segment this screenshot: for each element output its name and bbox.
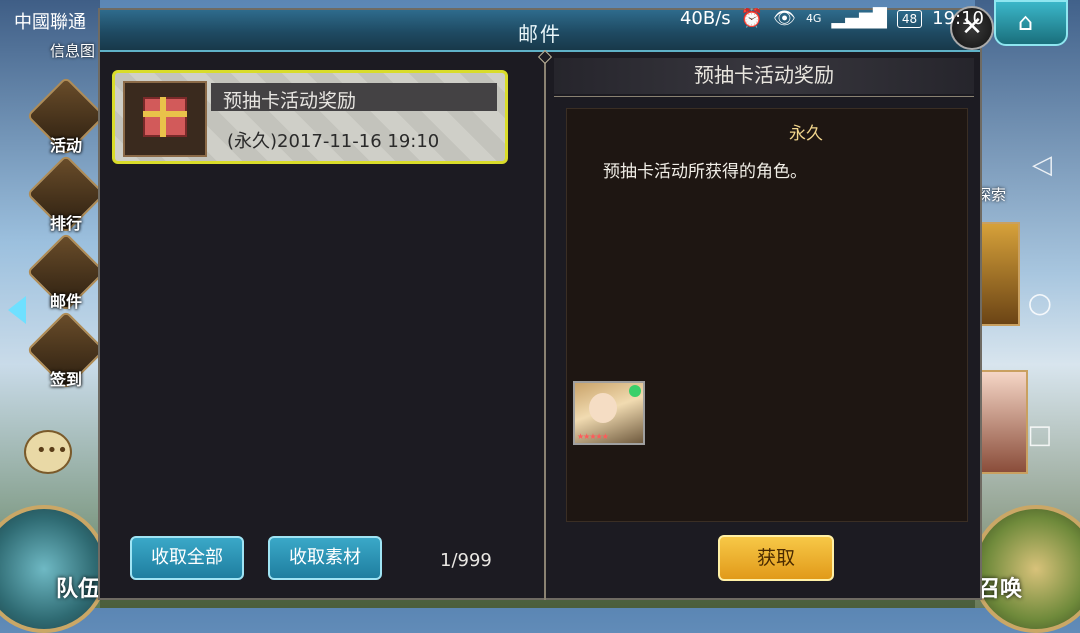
character-portrait-icon[interactable]: ★★★★★ — [573, 381, 645, 445]
summon-label: 召唤 — [978, 577, 1023, 602]
collect-materials-button[interactable]: 收取素材 — [268, 536, 382, 580]
mail-title: 预抽卡活动奖励 — [223, 90, 357, 112]
rarity-stars-icon: ★★★★★ — [577, 432, 609, 441]
signal-icon: ▂▄▆█ — [831, 8, 887, 29]
side-item-label: 签到 — [50, 370, 83, 389]
gift-ribbon-vertical — [160, 97, 166, 137]
side-item-ranking[interactable]: 排行 — [26, 154, 106, 238]
detail-description: 预抽卡活动所获得的角色。 — [603, 162, 807, 182]
side-item-checkin[interactable]: 签到 — [26, 310, 106, 394]
mail-date: (永久)2017-11-16 19:10 — [227, 131, 440, 152]
nav-home-circle-icon[interactable]: ○ — [1028, 286, 1052, 319]
carrier-name: 中國聯通 — [14, 12, 86, 33]
network-speed: 40B/s — [679, 8, 731, 29]
team-label: 队伍 — [56, 577, 101, 602]
nav-recent-square-icon[interactable]: □ — [1027, 420, 1052, 450]
divider-ornament — [537, 49, 553, 65]
chat-bubble-icon[interactable]: ••• — [24, 430, 72, 474]
gift-ribbon-horizontal — [143, 111, 187, 117]
mail-list-item[interactable]: 预抽卡活动奖励 (永久)2017-11-16 19:10 — [112, 70, 508, 164]
status-bar: 中國聯通 40B/s ⏰ 👁 4G ▂▄▆█ 48 19:10 — [0, 0, 1080, 40]
side-item-label: 活动 — [50, 136, 83, 155]
page-counter: 1/999 — [440, 550, 492, 571]
detail-heading-divider — [554, 96, 974, 97]
detail-heading: 预抽卡活动奖励 — [554, 58, 974, 94]
clock: 19:10 — [932, 8, 984, 29]
network-type: 4G — [805, 12, 822, 25]
side-item-mail[interactable]: 邮件 — [26, 232, 106, 316]
info-label[interactable]: 信息图 — [50, 40, 95, 61]
claim-button[interactable]: 获取 — [718, 535, 834, 581]
collect-all-button[interactable]: 收取全部 — [130, 536, 244, 580]
expand-left-arrow-icon[interactable] — [8, 296, 26, 324]
mail-dialog: 邮件 ✕ 预抽卡活动奖励 (永久)2017-11-16 19:10 收取全部 收… — [98, 6, 994, 600]
alarm-icon: ⏰ — [740, 8, 764, 29]
detail-content-box: 永久 预抽卡活动所获得的角色。 ★★★★★ — [566, 108, 968, 522]
gift-box-icon — [123, 81, 207, 157]
side-item-label: 邮件 — [50, 292, 83, 311]
side-item-event[interactable]: 活动 — [26, 76, 106, 160]
battery-indicator: 48 — [896, 9, 923, 28]
eye-icon: 👁 — [773, 8, 796, 29]
element-badge-icon — [629, 385, 641, 397]
expiry-label: 永久 — [789, 124, 823, 144]
pane-divider — [544, 52, 546, 600]
nav-back-icon[interactable]: ◁ — [1032, 150, 1052, 180]
side-item-label: 排行 — [50, 214, 83, 233]
character-face — [589, 393, 617, 423]
